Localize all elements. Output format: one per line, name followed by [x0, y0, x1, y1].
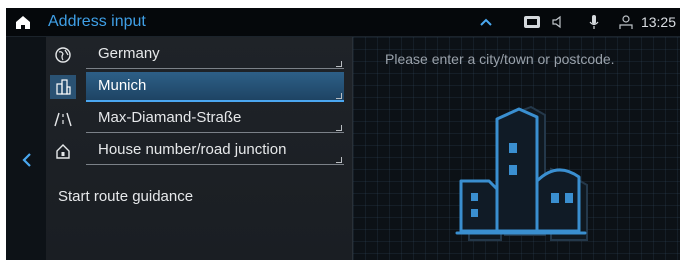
- microphone-icon: [589, 15, 599, 29]
- start-route-guidance-button[interactable]: Start route guidance: [58, 188, 193, 205]
- page-title: Address input: [48, 13, 146, 30]
- media-icon: [524, 16, 540, 28]
- street-input[interactable]: Max-Diamand-Straße: [86, 104, 344, 133]
- voice-indicator: [588, 12, 600, 32]
- field-corner-mark: [336, 125, 342, 131]
- house-icon: [50, 139, 76, 163]
- clock: 13:25: [640, 14, 676, 30]
- city-input[interactable]: Munich: [86, 72, 344, 102]
- chevron-up-icon: [480, 18, 492, 26]
- field-corner-mark: [336, 61, 342, 67]
- collapse-button[interactable]: [478, 12, 494, 32]
- city-field[interactable]: Munich: [46, 72, 346, 102]
- street-value: Max-Diamand-Straße: [98, 109, 242, 126]
- country-field[interactable]: Germany: [46, 40, 346, 70]
- profile-indicator: [618, 12, 634, 32]
- info-panel: Please enter a city/town or postcode.: [352, 37, 680, 260]
- house-number-field[interactable]: House number/road junction: [46, 136, 346, 166]
- hint-text: Please enter a city/town or postcode.: [385, 51, 615, 67]
- chevron-left-icon: [22, 153, 31, 167]
- home-button[interactable]: [6, 8, 40, 36]
- address-list: Germany Munich Max-Diamand-Straße House …: [46, 37, 352, 260]
- country-value: Germany: [98, 45, 160, 62]
- road-icon: [50, 107, 76, 131]
- globe-icon: [50, 43, 76, 67]
- field-corner-mark: [336, 157, 342, 163]
- city-buildings-icon: [455, 105, 588, 241]
- status-bar: Address input 13:25: [6, 8, 680, 37]
- house-number-input[interactable]: House number/road junction: [86, 136, 344, 165]
- city-icon: [50, 75, 76, 99]
- volume-indicator: [550, 12, 566, 32]
- left-rail: [6, 37, 46, 260]
- country-input[interactable]: Germany: [86, 40, 344, 69]
- user-icon: [619, 15, 633, 29]
- media-button[interactable]: [522, 12, 542, 32]
- house-number-value: House number/road junction: [98, 141, 287, 158]
- speaker-icon: [552, 15, 561, 29]
- street-field[interactable]: Max-Diamand-Straße: [46, 104, 346, 134]
- city-value: Munich: [98, 77, 147, 94]
- navigation-screen: Address input 13:25 Germany Munich Max-D…: [6, 8, 680, 260]
- field-corner-mark: [336, 93, 342, 99]
- back-button[interactable]: [16, 145, 38, 175]
- home-icon: [16, 16, 30, 29]
